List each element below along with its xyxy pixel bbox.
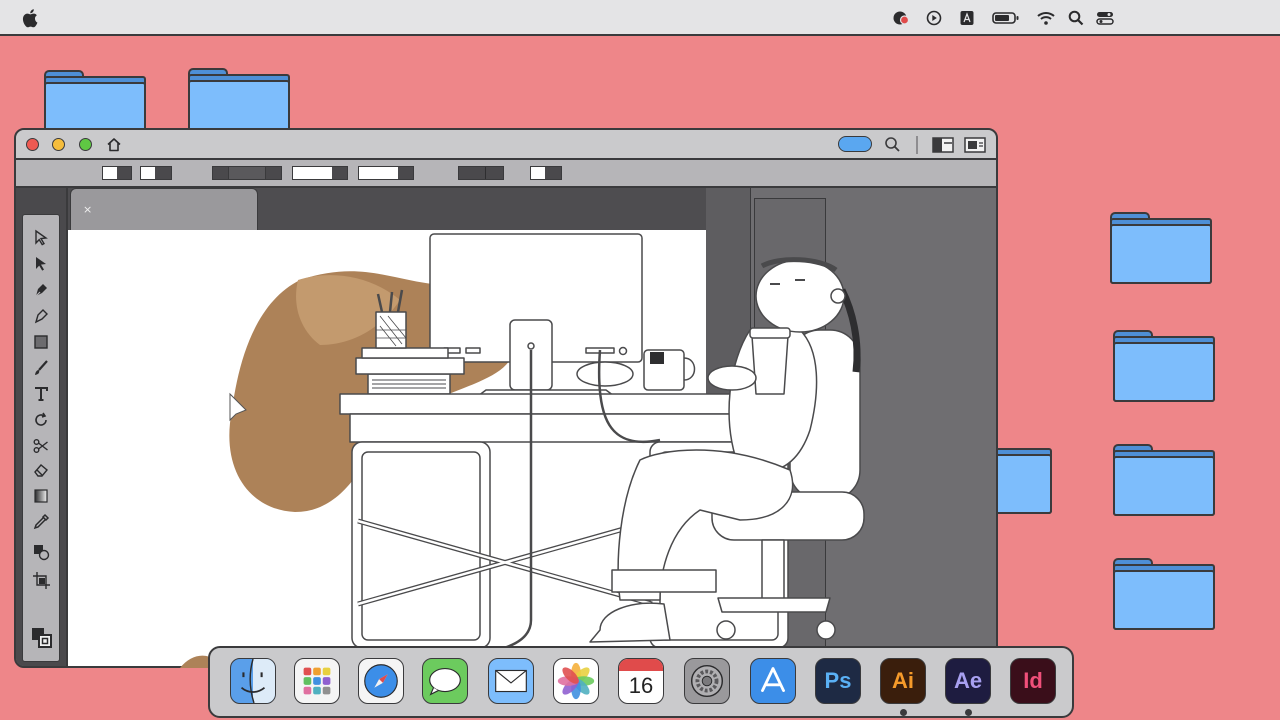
dock-item-system-settings[interactable]: [684, 658, 730, 704]
panel-column: [754, 198, 826, 666]
running-indicator: [900, 709, 907, 716]
dock-item-app-store[interactable]: [750, 658, 796, 704]
dock-item-calendar[interactable]: 16: [618, 658, 664, 704]
dock: 16 Ps Ai Ae Id: [208, 646, 1074, 718]
rotate-icon[interactable]: [32, 411, 50, 429]
dock-item-illustrator[interactable]: Ai: [880, 658, 926, 704]
curvature-icon[interactable]: [32, 307, 50, 325]
text-input-icon[interactable]: [960, 10, 974, 26]
pen-icon[interactable]: [32, 281, 50, 299]
dock-item-after-effects[interactable]: Ae: [945, 658, 991, 704]
illustrator-window: ×: [14, 128, 998, 668]
eraser-icon[interactable]: [32, 461, 50, 479]
search-icon[interactable]: [1068, 10, 1084, 26]
window-titlebar: [16, 130, 996, 160]
artboard-icon[interactable]: [32, 571, 50, 589]
calendar-month-band: [619, 659, 663, 671]
tab-close-icon[interactable]: ×: [83, 203, 92, 216]
fill-stroke-icon[interactable]: [31, 627, 53, 649]
app-store-icon: [761, 667, 785, 692]
control-bar: [16, 160, 996, 188]
tools-panel: [16, 188, 68, 666]
control-option[interactable]: [358, 166, 414, 180]
control-center-icon[interactable]: [1096, 10, 1114, 26]
mail-icon: [495, 669, 527, 693]
shape-icon[interactable]: [32, 333, 50, 351]
finder-icon: [240, 659, 275, 703]
control-option[interactable]: [102, 166, 132, 180]
menu-bar: [0, 0, 1280, 36]
calendar-day: 16: [628, 673, 654, 698]
home-icon[interactable]: [106, 137, 122, 152]
close-icon[interactable]: [26, 138, 39, 151]
layout-icon[interactable]: [932, 137, 954, 153]
dock-item-photoshop[interactable]: Ps: [815, 658, 861, 704]
record-icon[interactable]: [892, 10, 910, 26]
direct-selection-icon[interactable]: [32, 255, 50, 273]
control-option[interactable]: [212, 166, 282, 180]
desktop-folder[interactable]: [1110, 212, 1212, 284]
wifi-icon[interactable]: [1036, 10, 1056, 26]
desktop-folder[interactable]: [1113, 330, 1215, 402]
dock-item-safari[interactable]: [358, 658, 404, 704]
document-tabs: ×: [68, 188, 708, 232]
divider: [916, 136, 918, 154]
battery-icon[interactable]: [992, 10, 1020, 26]
control-option[interactable]: [292, 166, 348, 180]
dock-item-launchpad[interactable]: [294, 658, 340, 704]
panel-icon[interactable]: [964, 137, 986, 153]
dock-item-finder[interactable]: [230, 658, 276, 704]
gradient-icon[interactable]: [32, 487, 50, 505]
right-panel: [706, 188, 996, 666]
play-icon[interactable]: [926, 10, 942, 26]
tools-panel-inner: [22, 214, 60, 662]
document-tab[interactable]: ×: [70, 188, 258, 232]
dock-item-indesign[interactable]: Id: [1010, 658, 1056, 704]
gear-icon: [690, 664, 724, 698]
scissors-icon[interactable]: [32, 437, 50, 455]
dock-item-messages[interactable]: [422, 658, 468, 704]
photos-icon: [557, 662, 595, 700]
search-icon[interactable]: [884, 136, 901, 153]
launchpad-icon: [303, 667, 331, 695]
messages-icon: [429, 667, 461, 696]
panel-column: [706, 188, 751, 666]
safari-icon: [364, 664, 398, 698]
desktop-folder[interactable]: [1113, 558, 1215, 630]
zoom-icon[interactable]: [79, 138, 92, 151]
control-option[interactable]: [458, 166, 504, 180]
dock-item-mail[interactable]: [488, 658, 534, 704]
control-option[interactable]: [140, 166, 172, 180]
running-indicator: [965, 709, 972, 716]
control-option[interactable]: [530, 166, 562, 180]
cloud-toggle[interactable]: [838, 136, 872, 152]
selection-icon[interactable]: [32, 229, 50, 247]
dock-item-photos[interactable]: [553, 658, 599, 704]
blend-icon[interactable]: [32, 543, 50, 561]
apple-icon[interactable]: [22, 8, 40, 28]
brush-icon[interactable]: [32, 359, 50, 377]
artboard-canvas[interactable]: [68, 230, 706, 666]
type-icon[interactable]: [32, 385, 50, 403]
eyedropper-icon[interactable]: [32, 513, 50, 531]
desktop-folder[interactable]: [1113, 444, 1215, 516]
minimize-icon[interactable]: [52, 138, 65, 151]
